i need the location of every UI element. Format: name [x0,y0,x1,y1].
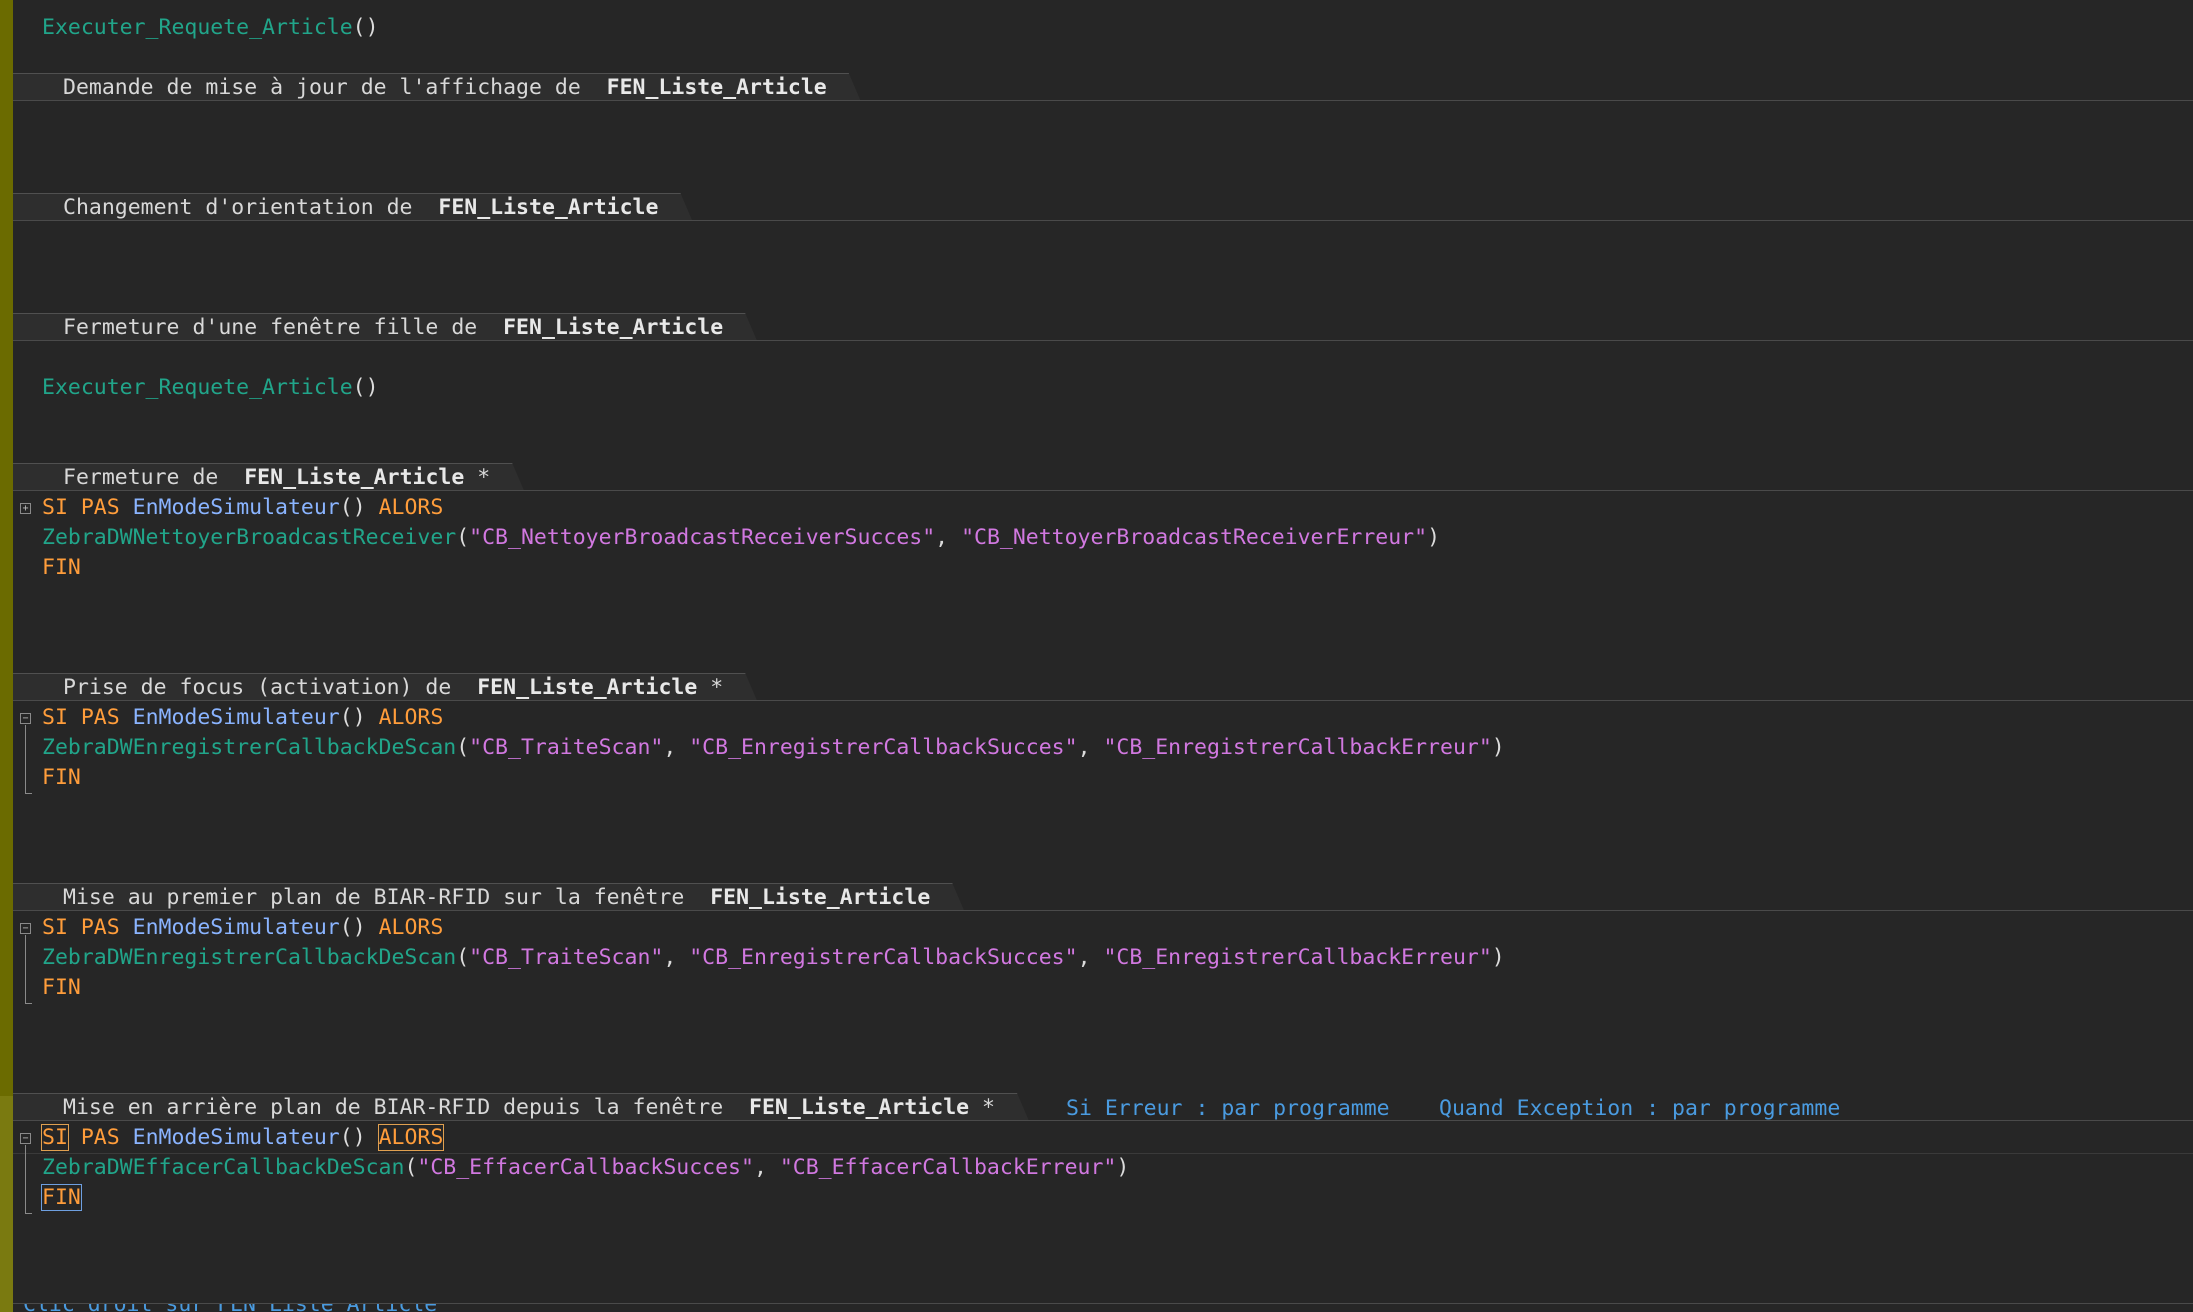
error-handling-link[interactable]: Si Erreur : par programme [1066,1095,1390,1122]
section-header[interactable]: Changement d'orientation de FEN_Liste_Ar… [13,193,692,221]
section-divider [13,700,2193,701]
section-header[interactable]: Fermeture de FEN_Liste_Article * [13,463,524,491]
code-line[interactable]: FIN [13,973,2193,1003]
section-divider [13,340,2193,341]
code-editor[interactable]: Executer_Requete_Article() Demande de mi… [13,0,2193,1312]
code-line[interactable]: FIN [13,553,2193,583]
code-line[interactable]: Executer_Requete_Article() [13,373,2193,403]
code-line[interactable]: SI PAS EnModeSimulateur() ALORS [13,703,2193,733]
code-line[interactable]: ZebraDWEnregistrerCallbackDeScan("CB_Tra… [13,943,2193,973]
function-call[interactable]: Executer_Requete_Article [42,15,353,40]
code-line[interactable]: ZebraDWNettoyerBroadcastReceiver("CB_Net… [13,523,2193,553]
section-header[interactable]: Fermeture d'une fenêtre fille de FEN_Lis… [13,313,757,341]
code-line[interactable]: SI PAS EnModeSimulateur() ALORS [13,1123,2193,1153]
code-line[interactable]: ZebraDWEnregistrerCallbackDeScan("CB_Tra… [13,733,2193,763]
section-divider [13,910,2193,911]
editor-gutter-lower [0,1096,13,1312]
section-divider [13,1120,2193,1121]
code-line[interactable]: ZebraDWEffacerCallbackDeScan("CB_Effacer… [13,1153,2193,1183]
section-header[interactable]: Mise au premier plan de BIAR-RFID sur la… [13,883,964,911]
code-line[interactable]: SI PAS EnModeSimulateur() ALORS [13,913,2193,943]
section-header[interactable]: Prise de focus (activation) de FEN_Liste… [13,673,757,701]
exception-handling-link[interactable]: Quand Exception : par programme [1439,1095,1840,1122]
section-divider [13,220,2193,221]
section-header[interactable]: Demande de mise à jour de l'affichage de… [13,73,861,101]
code-line[interactable]: FIN [13,763,2193,793]
section-header-partial[interactable]: Clic droit sur FEN_Liste_Article [13,1304,2193,1312]
code-line[interactable]: FIN [13,1183,2193,1213]
code-line[interactable]: SI PAS EnModeSimulateur() ALORS [13,493,2193,523]
section-divider [13,490,2193,491]
section-header[interactable]: Mise en arrière plan de BIAR-RFID depuis… [13,1093,1029,1121]
section-divider [13,100,2193,101]
function-call[interactable]: Executer_Requete_Article [42,375,353,400]
code-line[interactable]: Executer_Requete_Article() [13,13,2193,43]
